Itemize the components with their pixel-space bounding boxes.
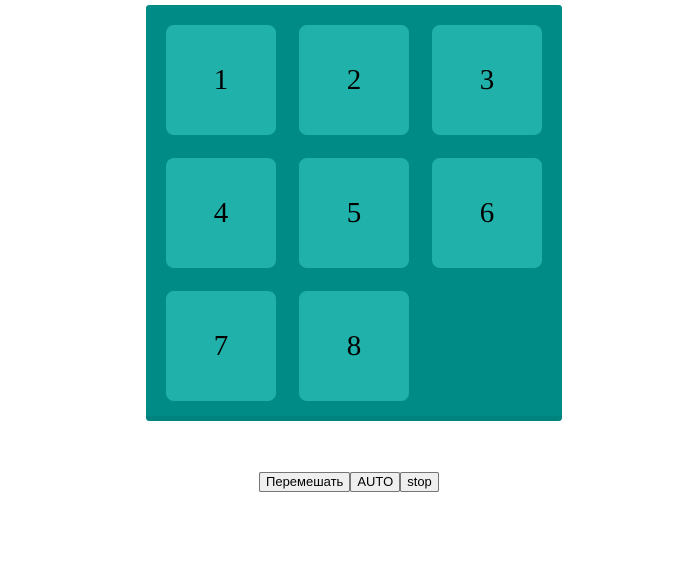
stop-button[interactable]: stop bbox=[400, 472, 439, 492]
tile-7[interactable]: 7 bbox=[166, 291, 276, 401]
empty-cell bbox=[432, 291, 542, 401]
puzzle-board: 1 2 3 4 5 6 7 8 bbox=[146, 5, 562, 421]
tile-1[interactable]: 1 bbox=[166, 25, 276, 135]
tile-4[interactable]: 4 bbox=[166, 158, 276, 268]
tile-8[interactable]: 8 bbox=[299, 291, 409, 401]
controls-bar: Перемешать AUTO stop bbox=[259, 472, 439, 492]
tile-3[interactable]: 3 bbox=[432, 25, 542, 135]
tile-6[interactable]: 6 bbox=[432, 158, 542, 268]
tile-5[interactable]: 5 bbox=[299, 158, 409, 268]
auto-button[interactable]: AUTO bbox=[350, 472, 401, 492]
shuffle-button[interactable]: Перемешать bbox=[259, 472, 351, 492]
tile-2[interactable]: 2 bbox=[299, 25, 409, 135]
